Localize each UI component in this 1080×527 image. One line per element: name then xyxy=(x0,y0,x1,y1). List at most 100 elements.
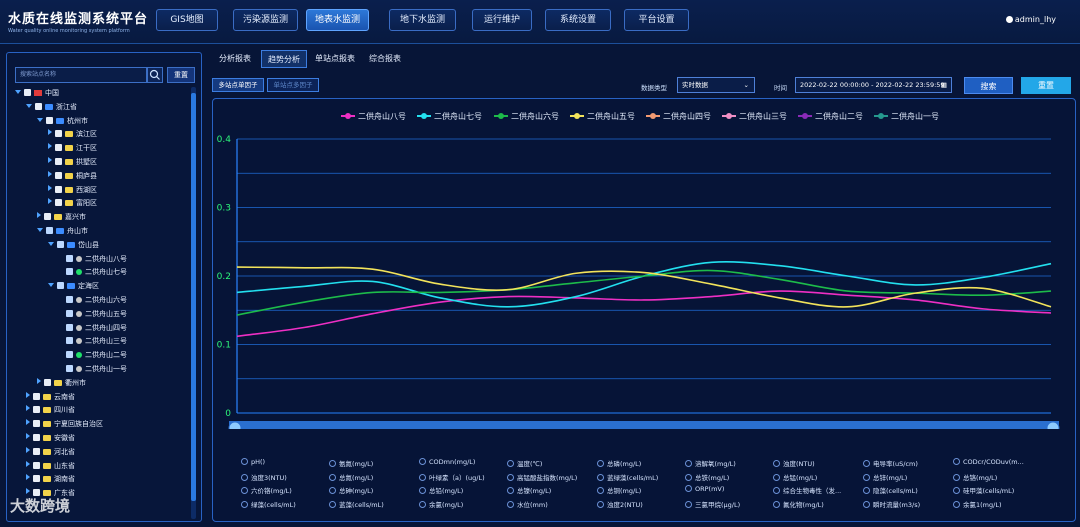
report-tab-0[interactable]: 分析报表 xyxy=(212,50,258,68)
factor-radio[interactable]: 总铜(mg/L) xyxy=(597,485,641,495)
factor-radio[interactable]: 硅甲藻(cells/mL) xyxy=(953,485,1014,495)
tree-node[interactable]: 湖南省 xyxy=(26,473,75,486)
chevron-right-icon[interactable] xyxy=(48,170,52,177)
search-button[interactable] xyxy=(147,67,163,83)
tree-node[interactable]: 西湖区 xyxy=(48,184,97,197)
factor-radio[interactable]: 蓝绿藻(cells/mL) xyxy=(597,472,658,482)
factor-radio[interactable]: 综合生物毒性（发... xyxy=(773,485,841,495)
tree-checkbox[interactable] xyxy=(66,323,73,331)
tree-node[interactable]: 定海区 xyxy=(48,280,99,293)
factor-radio[interactable]: 绿藻(cells/mL) xyxy=(241,499,296,509)
tree-node[interactable]: 桐庐县 xyxy=(48,170,97,183)
tree-node[interactable]: 二供舟山三号 xyxy=(59,335,127,348)
factor-radio[interactable]: 总铅(mg/L) xyxy=(419,485,463,495)
chevron-right-icon[interactable] xyxy=(48,157,52,163)
tree-checkbox[interactable] xyxy=(55,185,62,193)
chevron-right-icon[interactable] xyxy=(26,419,30,426)
tree-checkbox[interactable] xyxy=(66,365,73,372)
factor-radio[interactable]: 总锰(mg/L) xyxy=(773,472,817,482)
tree-node[interactable]: 浙江省 xyxy=(26,101,77,114)
tree-checkbox[interactable] xyxy=(33,475,40,483)
chevron-right-icon[interactable] xyxy=(26,446,30,453)
factor-radio[interactable]: CODmn(mg/L) xyxy=(419,458,475,466)
factor-radio[interactable]: pH() xyxy=(241,458,265,466)
chevron-right-icon[interactable] xyxy=(26,488,30,495)
chevron-right-icon[interactable] xyxy=(37,212,41,219)
tree-checkbox[interactable] xyxy=(66,351,73,359)
tree-checkbox[interactable] xyxy=(66,268,73,276)
reset-button[interactable]: 重置 xyxy=(1021,77,1071,94)
tree-checkbox[interactable] xyxy=(24,89,31,96)
report-tab-1[interactable]: 趋势分析 xyxy=(261,50,307,68)
chevron-down-icon[interactable] xyxy=(15,90,21,94)
tree-checkbox[interactable] xyxy=(66,337,73,345)
factor-radio[interactable]: 浊度2(NTU) xyxy=(597,499,643,509)
tree-checkbox[interactable] xyxy=(35,102,42,110)
factor-radio[interactable]: 总磷(mg/L) xyxy=(597,458,641,468)
tree-checkbox[interactable] xyxy=(44,213,51,221)
station-search-input[interactable]: 搜索站点名称 xyxy=(15,67,147,83)
tree-node[interactable]: 衢州市 xyxy=(37,377,86,390)
nav-tab-2[interactable]: 地表水监测 xyxy=(306,9,369,31)
chevron-down-icon[interactable] xyxy=(37,117,43,122)
tree-checkbox[interactable] xyxy=(57,282,64,290)
tree-node[interactable]: 二供舟山一号 xyxy=(59,363,127,376)
tree-node[interactable]: 二供舟山七号 xyxy=(59,266,127,279)
zoom-handle-right[interactable] xyxy=(1046,421,1060,429)
factor-radio[interactable]: 瞬时流量(m3/s) xyxy=(863,499,920,509)
tree-node[interactable]: 舟山市 xyxy=(37,225,88,238)
tree-node[interactable]: 富阳区 xyxy=(48,197,97,210)
tree-checkbox[interactable] xyxy=(55,158,62,165)
factor-radio[interactable]: 总铁(mg/L) xyxy=(685,472,729,482)
chevron-right-icon[interactable] xyxy=(26,460,30,467)
tree-checkbox[interactable] xyxy=(33,392,40,400)
factor-radio[interactable]: 总锌(mg/L) xyxy=(863,472,907,482)
tree-node[interactable]: 四川省 xyxy=(26,404,75,417)
tree-node[interactable]: 中国 xyxy=(15,87,59,100)
tree-node[interactable]: 嘉兴市 xyxy=(37,211,86,224)
tree-node[interactable]: 山东省 xyxy=(26,460,75,473)
tree-checkbox[interactable] xyxy=(55,171,62,179)
search-submit-button[interactable]: 搜索 xyxy=(964,77,1013,94)
tree-node[interactable]: 安徽省 xyxy=(26,432,75,445)
tree-checkbox[interactable] xyxy=(55,199,62,207)
tree-reset-button[interactable]: 重置 xyxy=(167,67,195,83)
chevron-right-icon[interactable] xyxy=(26,405,30,412)
tree-scrollbar[interactable] xyxy=(191,87,196,519)
factor-radio[interactable]: 浊度3(NTU) xyxy=(241,472,287,482)
chevron-right-icon[interactable] xyxy=(37,377,41,384)
user-menu[interactable]: admin_lhy xyxy=(1005,15,1056,24)
tree-node[interactable]: 河北省 xyxy=(26,446,75,459)
nav-tab-5[interactable]: 系统设置 xyxy=(545,9,611,31)
factor-radio[interactable]: 蓝藻(cells/mL) xyxy=(329,499,384,509)
report-tab-3[interactable]: 综合报表 xyxy=(362,50,408,68)
tree-checkbox[interactable] xyxy=(66,254,73,262)
nav-tab-4[interactable]: 运行维护 xyxy=(472,9,532,31)
tree-node[interactable]: 二供舟山四号 xyxy=(59,322,127,335)
tree-node[interactable]: 二供舟山六号 xyxy=(59,294,127,307)
tree-node[interactable]: 二供舟山五号 xyxy=(59,308,127,321)
zoom-slider-track[interactable] xyxy=(229,421,1059,429)
factor-radio[interactable]: 氟化物(mg/L) xyxy=(773,499,824,509)
data-type-select[interactable]: 实时数据 ⌄ xyxy=(677,77,755,93)
nav-tab-1[interactable]: 污染源监测 xyxy=(233,9,298,31)
tree-checkbox[interactable] xyxy=(55,144,62,152)
tree-node[interactable]: 滨江区 xyxy=(48,128,97,141)
factor-radio[interactable]: 叶绿素（a）(ug/L) xyxy=(419,472,485,482)
factor-radio[interactable]: 浊度(NTU) xyxy=(773,458,815,468)
tree-checkbox[interactable] xyxy=(66,296,73,303)
factor-radio[interactable]: 溶解氧(mg/L) xyxy=(685,458,736,468)
factor-radio[interactable]: 三氯甲烷(μg/L) xyxy=(685,499,740,509)
factor-radio[interactable]: 余氯1(mg/L) xyxy=(953,499,1001,509)
factor-radio[interactable]: 总氮(mg/L) xyxy=(329,472,373,482)
nav-tab-6[interactable]: 平台设置 xyxy=(624,9,689,31)
tree-node[interactable]: 杭州市 xyxy=(37,115,88,128)
factor-radio[interactable]: 水位(mm) xyxy=(507,499,548,509)
chevron-right-icon[interactable] xyxy=(48,184,52,191)
chevron-right-icon[interactable] xyxy=(26,433,30,439)
tree-node[interactable]: 拱墅区 xyxy=(48,156,97,169)
tree-checkbox[interactable] xyxy=(33,434,40,441)
tree-checkbox[interactable] xyxy=(57,240,64,248)
factor-radio[interactable]: 电导率(uS/cm) xyxy=(863,458,918,468)
zoom-handle-left[interactable] xyxy=(228,421,242,429)
